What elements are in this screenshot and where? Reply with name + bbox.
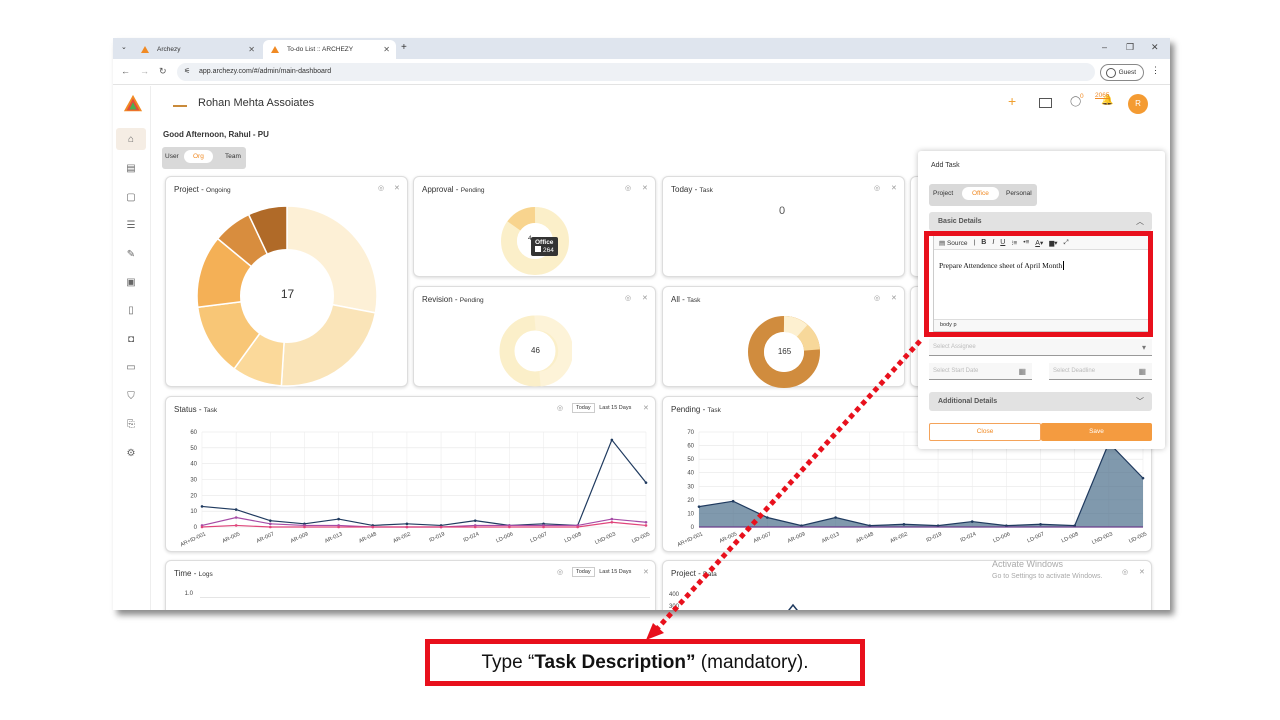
callout-pre: Type “ bbox=[481, 652, 535, 673]
callout-bold: Task Description” bbox=[534, 652, 696, 673]
callout-post: (mandatory). bbox=[695, 652, 809, 673]
pointer-arrow bbox=[646, 339, 922, 640]
instruction-callout: Type “Task Description” (mandatory). bbox=[425, 639, 865, 686]
